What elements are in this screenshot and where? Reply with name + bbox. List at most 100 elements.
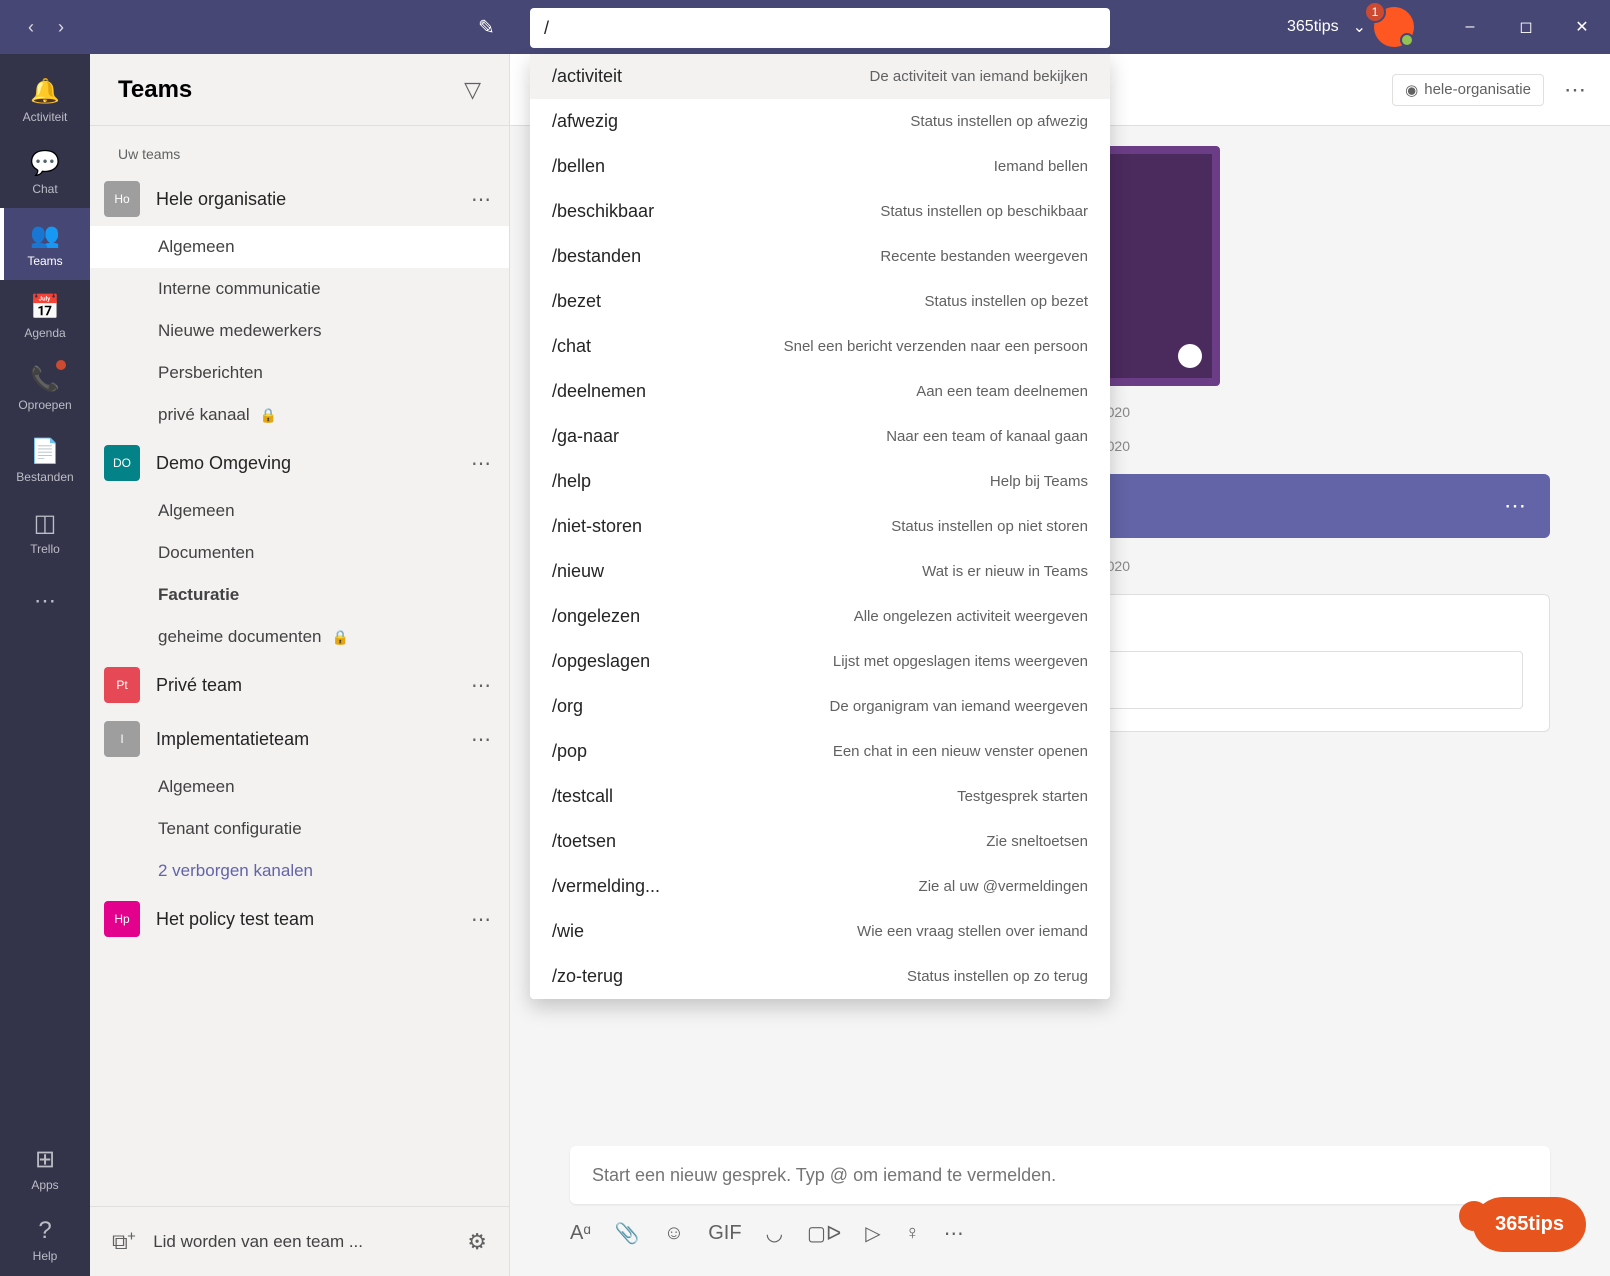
praise-icon[interactable]: ♀ [905,1222,920,1245]
command-desc: Status instellen op afwezig [910,113,1088,130]
channel-label: Tenant configuratie [158,819,302,839]
team-avatar: Hp [104,901,140,937]
command-item[interactable]: /wieWie een vraag stellen over iemand [530,909,1110,954]
team-row[interactable]: IImplementatieteam⋯ [90,712,509,766]
window-close-icon[interactable]: ✕ [1554,0,1610,54]
team-row[interactable]: DODemo Omgeving⋯ [90,436,509,490]
team-avatar: Ho [104,181,140,217]
missed-call-dot-icon [56,360,66,370]
command-item[interactable]: /ongelezenAlle ongelezen activiteit weer… [530,594,1110,639]
command-item[interactable]: /ga-naarNaar een team of kanaal gaan [530,414,1110,459]
command-item[interactable]: /deelnemenAan een team deelnemen [530,369,1110,414]
join-team-label[interactable]: Lid worden van een team ... [153,1232,449,1252]
compose-more-icon[interactable]: ⋯ [944,1221,964,1246]
rail-files[interactable]: 📄Bestanden [0,424,90,496]
command-item[interactable]: /bezetStatus instellen op bezet [530,279,1110,324]
gif-icon[interactable]: GIF [708,1222,741,1245]
command-item[interactable]: /helpHelp bij Teams [530,459,1110,504]
window-minimize-icon[interactable]: ‒ [1442,0,1498,54]
command-item[interactable]: /vermelding...Zie al uw @vermeldingen [530,864,1110,909]
team-avatar: DO [104,445,140,481]
command-item[interactable]: /chatSnel een bericht verzenden naar een… [530,324,1110,369]
rail-teams[interactable]: 👥Teams [0,208,90,280]
channel-item[interactable]: Algemeen [90,766,509,808]
command-name: /opgeslagen [552,651,650,672]
rail-calendar[interactable]: 📅Agenda [0,280,90,352]
nav-back-icon[interactable]: ‹ [28,17,34,38]
team-name: Hele organisatie [156,189,471,210]
command-item[interactable]: /activiteitDe activiteit van iemand beki… [530,54,1110,99]
channel-item[interactable]: Nieuwe medewerkers [90,310,509,352]
rail-help[interactable]: ?Help [0,1204,90,1276]
command-name: /vermelding... [552,876,660,897]
command-name: /niet-storen [552,516,642,537]
attach-icon[interactable]: 📎 [615,1221,640,1246]
user-avatar[interactable]: 1 [1374,7,1414,47]
channel-label: geheime documenten [158,627,322,647]
channel-item[interactable]: geheime documenten🔒 [90,616,509,658]
rail-activity[interactable]: 🔔Activiteit [0,64,90,136]
command-item[interactable]: /toetsenZie sneltoetsen [530,819,1110,864]
channel-item[interactable]: Documenten [90,532,509,574]
rail-trello[interactable]: ◫Trello [0,496,90,568]
message-more-icon[interactable]: ⋯ [1504,493,1526,519]
channel-item[interactable]: privé kanaal🔒 [90,394,509,436]
header-more-icon[interactable]: ⋯ [1564,77,1586,103]
format-icon[interactable]: Aᵅ [570,1222,591,1245]
team-row[interactable]: HpHet policy test team⋯ [90,892,509,946]
command-item[interactable]: /bellenIemand bellen [530,144,1110,189]
sticker-icon[interactable]: ◡ [766,1221,783,1246]
channel-item[interactable]: Facturatie [90,574,509,616]
channel-item[interactable]: Algemeen [90,226,509,268]
command-desc: Help bij Teams [990,473,1088,490]
command-item[interactable]: /bestandenRecente bestanden weergeven [530,234,1110,279]
team-more-icon[interactable]: ⋯ [471,187,491,212]
command-item[interactable]: /orgDe organigram van iemand weergeven [530,684,1110,729]
join-team-icon[interactable]: ⧉⁺ [112,1229,135,1255]
visibility-pill[interactable]: ◉hele-organisatie [1392,74,1544,106]
rail-apps[interactable]: ⊞Apps [0,1132,90,1204]
titlebar: ‹ › ✎ 365tips ⌄ 1 ‒ ◻ ✕ [0,0,1610,54]
command-desc: Snel een bericht verzenden naar een pers… [784,338,1088,355]
command-item[interactable]: /opgeslagenLijst met opgeslagen items we… [530,639,1110,684]
channel-item[interactable]: Interne communicatie [90,268,509,310]
rail-calls[interactable]: 📞Oproepen [0,352,90,424]
brand-watermark: 365tips [1473,1197,1586,1252]
new-message-icon[interactable]: ✎ [478,15,495,40]
search-input[interactable] [544,18,1096,39]
team-row[interactable]: PtPrivé team⋯ [90,658,509,712]
compose-input[interactable] [592,1165,1528,1186]
channel-item[interactable]: Algemeen [90,490,509,532]
team-more-icon[interactable]: ⋯ [471,673,491,698]
filter-icon[interactable]: ▽ [464,77,481,103]
command-item[interactable]: /zo-terugStatus instellen op zo terug [530,954,1110,999]
settings-gear-icon[interactable]: ⚙ [467,1229,487,1255]
team-row[interactable]: Ho Hele organisatie⋯ [90,172,509,226]
rail-chat[interactable]: 💬Chat [0,136,90,208]
window-maximize-icon[interactable]: ◻ [1498,0,1554,54]
org-name[interactable]: 365tips [1287,18,1339,36]
command-name: /wie [552,921,584,942]
rail-more-icon[interactable]: ⋯ [34,588,56,614]
command-item[interactable]: /afwezigStatus instellen op afwezig [530,99,1110,144]
channel-item[interactable]: Tenant configuratie [90,808,509,850]
channel-item[interactable]: Persberichten [90,352,509,394]
search-bar[interactable] [530,8,1110,48]
command-item[interactable]: /beschikbaarStatus instellen op beschikb… [530,189,1110,234]
command-item[interactable]: /niet-storenStatus instellen op niet sto… [530,504,1110,549]
meetnow-icon[interactable]: ▢ᐅ [807,1221,841,1246]
emoji-icon[interactable]: ☺ [664,1222,684,1245]
command-item[interactable]: /popEen chat in een nieuw venster openen [530,729,1110,774]
command-item[interactable]: /nieuwWat is er nieuw in Teams [530,549,1110,594]
team-name: Privé team [156,675,471,696]
channel-item[interactable]: 2 verborgen kanalen [90,850,509,892]
team-more-icon[interactable]: ⋯ [471,451,491,476]
command-name: /pop [552,741,587,762]
command-item[interactable]: /testcallTestgesprek starten [530,774,1110,819]
channel-label: Algemeen [158,501,235,521]
team-more-icon[interactable]: ⋯ [471,727,491,752]
team-more-icon[interactable]: ⋯ [471,907,491,932]
org-chevron-icon[interactable]: ⌄ [1353,17,1366,37]
stream-icon[interactable]: ▷ [865,1221,880,1246]
nav-forward-icon[interactable]: › [58,17,64,38]
